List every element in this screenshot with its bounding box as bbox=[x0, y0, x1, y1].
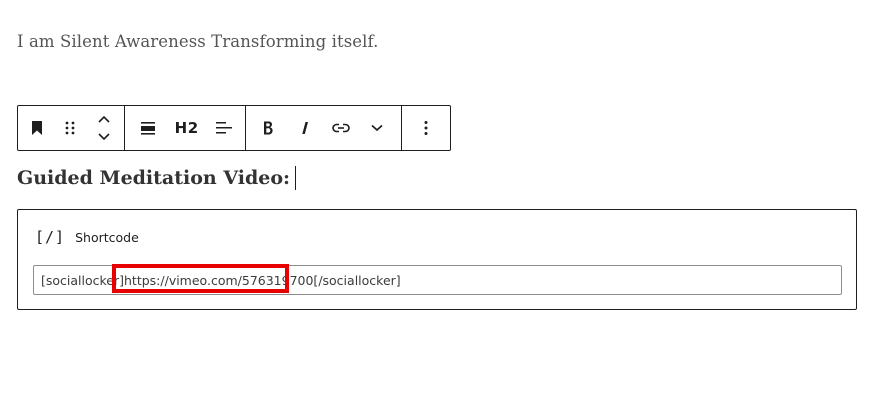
toolbar-group-format: H2 bbox=[125, 106, 247, 150]
drag-handle-button[interactable] bbox=[56, 106, 84, 150]
italic-icon bbox=[302, 122, 309, 134]
shortcode-icon: [/] bbox=[35, 228, 66, 246]
move-up-down-icon bbox=[98, 115, 110, 141]
align-button[interactable] bbox=[125, 106, 171, 150]
chevron-down-icon bbox=[371, 124, 383, 132]
shortcode-block[interactable]: [/] Shortcode bbox=[17, 209, 857, 310]
heading-block[interactable]: Guided Meditation Video: bbox=[17, 166, 297, 190]
italic-button[interactable] bbox=[290, 106, 320, 150]
block-toolbar: H2 bbox=[17, 105, 451, 151]
bold-button[interactable] bbox=[246, 106, 290, 150]
heading-level-button[interactable]: H2 bbox=[171, 106, 203, 150]
move-up-down-button[interactable] bbox=[84, 106, 124, 150]
link-icon bbox=[332, 123, 350, 133]
link-button[interactable] bbox=[320, 106, 362, 150]
shortcode-input[interactable] bbox=[33, 265, 842, 295]
heading-text: Guided Meditation Video: bbox=[17, 167, 291, 189]
more-options-button[interactable] bbox=[402, 106, 450, 150]
toolbar-group-block bbox=[18, 106, 126, 150]
align-icon bbox=[141, 122, 155, 135]
toolbar-group-options bbox=[402, 106, 450, 150]
shortcode-header: [/] Shortcode bbox=[35, 228, 139, 246]
text-align-icon bbox=[215, 122, 232, 134]
text-align-button[interactable] bbox=[203, 106, 246, 150]
heading-level-icon: H2 bbox=[174, 119, 199, 137]
bold-icon bbox=[264, 121, 273, 135]
more-options-icon bbox=[424, 121, 428, 135]
bookmark-icon bbox=[32, 121, 42, 135]
paragraph-block[interactable]: I am Silent Awareness Transforming itsel… bbox=[17, 32, 378, 51]
text-cursor bbox=[295, 166, 297, 190]
shortcode-label: Shortcode bbox=[75, 229, 139, 245]
more-formats-button[interactable] bbox=[362, 106, 392, 150]
bookmark-button[interactable] bbox=[18, 106, 56, 150]
toolbar-group-inline bbox=[246, 106, 402, 150]
drag-handle-icon bbox=[65, 121, 75, 135]
